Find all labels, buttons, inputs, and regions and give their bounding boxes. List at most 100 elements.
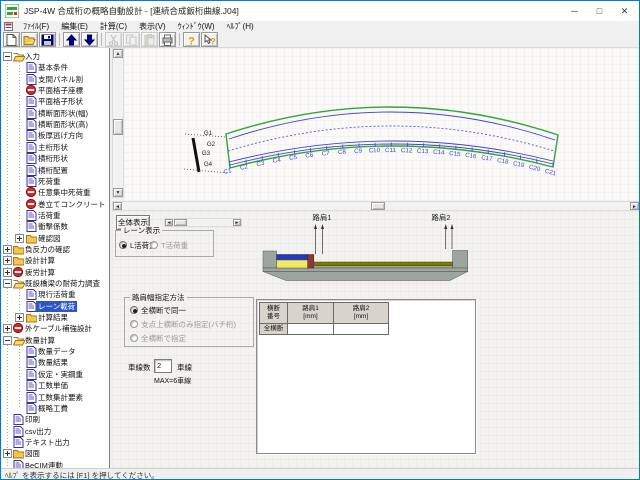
menu-item-file[interactable]: ﾌｧｲﾙ(F) [17,21,55,32]
open-button[interactable] [21,32,38,47]
tree-item-label[interactable]: 疲労計算 [23,267,57,278]
tree-item-label[interactable]: 横断面形状(幅) [36,108,90,119]
tree-item[interactable]: 横断面形状(幅) [2,108,110,119]
tree-item-label[interactable]: 計算結果 [36,312,70,323]
scroll-right-button[interactable]: ► [233,219,241,226]
tree-item[interactable]: 横断面形状(高) [2,119,110,130]
tree-item[interactable]: 死荷重 [2,176,110,187]
tree-item-label[interactable]: 平面格子座標 [36,85,85,96]
title-bar[interactable]: JSP-4W 合成桁の概略自動設計 - [連続合成鈑桁曲線.J04] ─ □ ✕ [1,1,639,21]
tree-item[interactable]: 設計計算 [2,255,110,266]
tree-item-label[interactable]: 工数集計要素 [36,392,85,403]
tree-item-label[interactable]: 図面 [23,448,42,459]
menu-item-window[interactable]: ｳｨﾝﾄﾞｳ(W) [172,21,221,32]
tree-item-label[interactable]: BeCIM連動 [23,460,65,468]
tree-item-label[interactable]: 印刷 [23,414,42,425]
tree-item[interactable]: 数量結果 [2,357,110,368]
tree-item-label[interactable]: 板厚逃げ方向 [36,130,85,141]
tree-item[interactable]: 確認図 [2,233,110,244]
save-button[interactable] [39,32,56,47]
expand-icon[interactable] [15,234,24,243]
maximize-button[interactable]: □ [587,1,612,21]
tree-item[interactable]: 仮定・実鋼重 [2,369,110,380]
tree-item[interactable]: 板厚逃げ方向 [2,130,110,141]
tree-item-label[interactable]: 入力 [23,51,42,62]
document-system-icon[interactable] [4,22,13,31]
collapse-icon[interactable] [3,279,12,288]
tree-item-label[interactable]: 主桁形状 [36,142,70,153]
scroll-right-button[interactable]: ► [630,202,639,210]
menu-item-help[interactable]: ﾍﾙﾌﾟ(H) [221,21,260,32]
tree-item-label[interactable]: 衝撃係数 [36,221,70,232]
tree-item-label[interactable]: 死荷重 [36,176,63,187]
tree-item-label[interactable]: 設計計算 [23,255,57,266]
tree-item-label[interactable]: 横桁形状 [36,153,70,164]
expand-icon[interactable] [3,268,12,277]
scrollbar-thumb[interactable] [174,219,187,226]
tree-item-label[interactable]: 活荷重 [36,210,63,221]
tree-item[interactable]: 主桁形状 [2,142,110,153]
tree-item[interactable]: 活荷重 [2,210,110,221]
tree-item-label[interactable]: 横断面形状(高) [36,119,90,130]
tree-item-label[interactable]: 任意集中死荷重 [36,187,93,198]
tree-item[interactable]: 平面格子座標 [2,85,110,96]
help-button[interactable]: ? [183,32,200,47]
tree-item[interactable]: 外ケーブル補強設計 [2,323,110,334]
mini-horizontal-scrollbar[interactable]: ◄► [164,218,242,227]
close-button[interactable]: ✕ [612,1,637,21]
tree-item-label[interactable]: 確認図 [36,233,63,244]
radio-button[interactable] [130,306,138,314]
tree-item[interactable]: 入力 [2,51,110,62]
tree-item[interactable]: 数量データ [2,346,110,357]
tree-item-label[interactable]: 平面格子形状 [36,96,85,107]
tree-item[interactable]: BeCIM連動 [2,460,110,468]
context-help-button[interactable]: ? [201,32,218,47]
tree-item-label[interactable]: 工数単価 [36,380,70,391]
tree-item[interactable]: テキスト出力 [2,437,110,448]
print-button[interactable] [159,32,176,47]
tree-item-label[interactable]: csv出力 [23,426,53,437]
tree-item-label[interactable]: 既設橋梁の耐荷力調査 [23,278,102,289]
scroll-left-button[interactable]: ◄ [165,219,173,226]
collapse-icon[interactable] [3,52,12,61]
tree-item[interactable]: 計算結果 [2,312,110,323]
tree-item[interactable]: 横桁配置 [2,165,110,176]
tree-item[interactable]: 図面 [2,448,110,459]
minimize-button[interactable]: ─ [562,1,587,21]
tree-item-label[interactable]: 負反力の確認 [23,244,72,255]
tree-item-label[interactable]: 仮定・実鋼重 [36,369,85,380]
tree-item[interactable]: 工数単価 [2,380,110,391]
tree-item[interactable]: csv出力 [2,426,110,437]
tree-item-label[interactable]: 概略工費 [36,403,70,414]
plan-view-canvas[interactable]: C1C2C3C4C5C6C7C8C9C10C11C12C13C14C15C16C… [124,48,640,201]
table-cell[interactable] [288,324,334,335]
tree-item[interactable]: 基本条件 [2,62,110,73]
scrollbar-thumb[interactable] [113,119,123,135]
navigation-tree[interactable]: 入力基本条件支間パネル割平面格子座標平面格子形状横断面形状(幅)横断面形状(高)… [2,48,110,468]
tree-item[interactable]: 横桁形状 [2,153,110,164]
tree-item[interactable]: レーン載荷 [2,301,110,312]
tree-item-label[interactable]: 数量結果 [36,357,70,368]
tree-item[interactable]: 平面格子形状 [2,96,110,107]
menu-item-edit[interactable]: 編集(E) [55,21,94,32]
move-down-button[interactable] [81,32,98,47]
scroll-left-button[interactable]: ◄ [113,202,122,210]
collapse-icon[interactable] [3,336,12,345]
expand-icon[interactable] [15,313,24,322]
expand-icon[interactable] [3,324,12,333]
expand-icon[interactable] [3,449,12,458]
tree-item[interactable]: 負反力の確認 [2,244,110,255]
expand-icon[interactable] [3,245,12,254]
scroll-down-button[interactable]: ▼ [113,188,123,197]
tree-item[interactable]: 任意集中死荷重 [2,187,110,198]
tree-item[interactable]: 工数集計要素 [2,392,110,403]
tree-item[interactable]: 印刷 [2,414,110,425]
table-cell[interactable] [334,324,389,335]
expand-icon[interactable] [3,256,12,265]
tree-item-label[interactable]: 横桁配置 [36,165,70,176]
tree-item-label[interactable]: レーン載荷 [36,301,77,312]
tree-item[interactable]: 数量計算 [2,335,110,346]
tree-item-label[interactable]: 数量データ [36,346,78,357]
tree-item[interactable]: 支間パネル割 [2,74,110,85]
tree-item-label[interactable]: 現行活荷重 [36,289,78,300]
